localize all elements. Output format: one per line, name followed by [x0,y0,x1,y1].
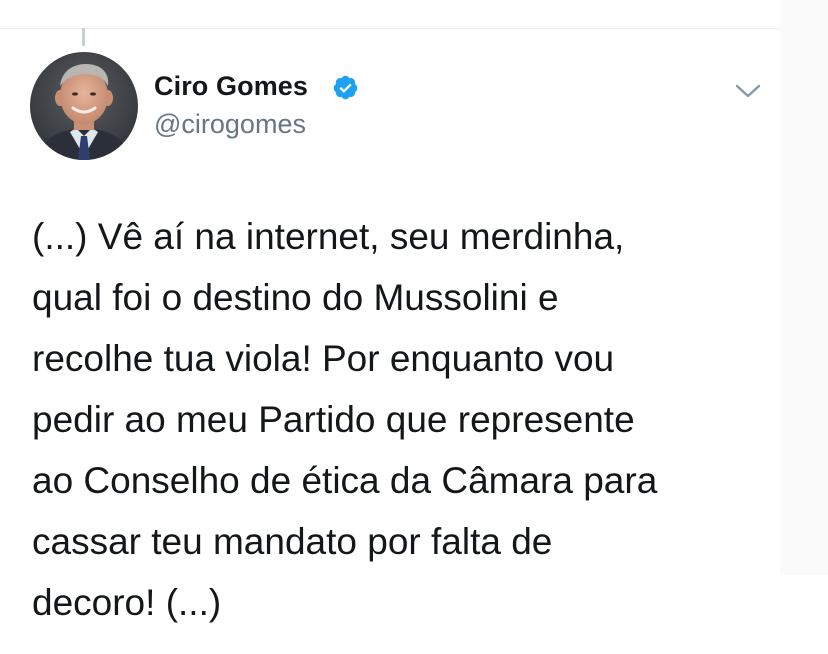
thread-connector-line [82,28,85,46]
tweet-text-line: (...) Vê aí na internet, seu merdinha, [32,216,625,257]
author-name[interactable]: Ciro Gomes [154,70,308,102]
tweet-text-line: qual foi o destino do Mussolini e [32,277,559,318]
right-edge-strip [780,0,828,575]
tweet-text-line: ao Conselho de ética da Câmara para [32,460,658,501]
profile-photo-icon [30,52,138,160]
tweet-text-line: decoro! (...) [32,582,222,623]
chevron-down-icon[interactable] [733,80,763,102]
avatar[interactable] [30,52,138,160]
tweet-screenshot: Ciro Gomes @cirogomes (...) Vê aí na int… [0,0,828,654]
verified-badge-icon [333,75,358,100]
tweet-text-line: cassar teu mandato por falta de [32,521,553,562]
tweet-text-line: pedir ao meu Partido que represente [32,399,635,440]
author-handle[interactable]: @cirogomes [154,108,306,140]
tweet-text-line: recolhe tua viola! Por enquanto vou [32,338,615,379]
previous-tweet-divider [0,0,780,29]
tweet-text: (...) Vê aí na internet, seu merdinha, q… [32,206,772,633]
